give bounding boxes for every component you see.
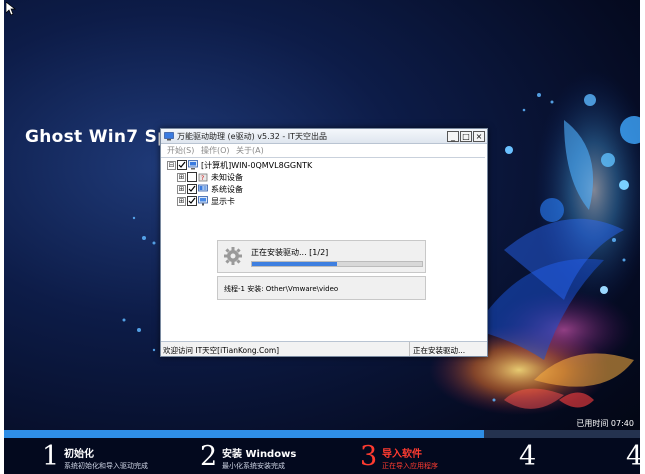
svg-text:?: ?: [201, 175, 204, 182]
expand-icon[interactable]: ⊞: [177, 173, 186, 182]
unknown-device-icon: ?: [198, 173, 208, 182]
status-bar: 欢迎访问 IT天空[iTianKong.Com] 正在安装驱动...: [161, 341, 487, 356]
overall-progress-bar: [4, 430, 640, 438]
app-icon: [164, 132, 174, 141]
menu-start[interactable]: 开始(S): [167, 145, 194, 156]
tree-label: [计算机]WIN-0QMVL8GGNTK: [201, 161, 313, 170]
system-device-icon: [198, 184, 208, 192]
mouse-cursor-icon: [6, 2, 16, 16]
overall-progress-fill: [4, 430, 485, 438]
status-welcome-text: 欢迎访问 IT天空[iTianKong.Com]: [163, 346, 280, 355]
step-title: 初始化: [64, 449, 94, 460]
display-adapter-icon: [198, 196, 208, 206]
tree-label: 显示卡: [211, 197, 235, 206]
step-subtitle: 系统初始化和导入驱动完成: [64, 462, 148, 470]
step-title: 安装 Windows: [222, 449, 297, 460]
maximize-button[interactable]: □: [460, 131, 472, 142]
step-number: 2: [200, 441, 218, 472]
menu-bar: 开始(S) 操作(O) 关于(A): [161, 144, 487, 156]
step-number: 1: [42, 441, 60, 472]
tree-label: 系统设备: [211, 185, 243, 194]
driver-assistant-window: 万能驱动助理 (e驱动) v5.32 - IT天空出品 _ □ × 开始(S) …: [160, 128, 488, 357]
install-status-text: 正在安装驱动... [1/2]: [251, 248, 329, 257]
step-number: 3: [360, 441, 378, 472]
close-button[interactable]: ×: [473, 131, 485, 142]
step-title: 导入软件: [382, 449, 422, 460]
step-number: 4: [626, 441, 640, 472]
step-number: 4: [519, 441, 537, 472]
checkbox-computer[interactable]: [177, 160, 187, 170]
driver-progress-fill: [252, 262, 337, 266]
elapsed-time: 已用时间 07:40: [576, 419, 634, 428]
expand-icon[interactable]: ⊞: [177, 197, 186, 206]
tree-label: 未知设备: [211, 173, 243, 182]
device-tree: ⊟ [计算机]WIN-0QMVL8GGNTK ⊞ ? 未知设备 ⊞ 系统设备 ⊞…: [161, 157, 485, 342]
thread-status-text: 线程-1 安装: Other\Vmware\video: [224, 285, 339, 293]
status-divider: [409, 342, 410, 356]
gear-icon: [224, 247, 242, 265]
driver-progress-bar: [251, 261, 423, 267]
expand-icon[interactable]: ⊞: [177, 185, 186, 194]
checkbox-display-adapter[interactable]: [187, 196, 197, 206]
step-subtitle: 正在导入应用程序: [382, 462, 438, 470]
install-progress-panel: 正在安装驱动... [1/2]: [217, 240, 426, 273]
menu-about[interactable]: 关于(A): [236, 145, 264, 156]
checkbox-system-devices[interactable]: [187, 184, 197, 194]
window-titlebar[interactable]: 万能驱动助理 (e驱动) v5.32 - IT天空出品 _ □ ×: [161, 129, 487, 144]
minimize-button[interactable]: _: [447, 131, 459, 142]
checkbox-unknown-devices[interactable]: [187, 172, 197, 182]
window-title: 万能驱动助理 (e驱动) v5.32 - IT天空出品: [177, 132, 328, 141]
status-installing-text: 正在安装驱动...: [413, 346, 466, 355]
thread-status-panel: 线程-1 安装: Other\Vmware\video: [217, 276, 426, 300]
computer-icon: [188, 160, 198, 170]
setup-steps-bar: 1 初始化 系统初始化和导入驱动完成 2 安装 Windows 最小化系统安装完…: [4, 438, 640, 474]
step-subtitle: 最小化系统安装完成: [222, 462, 285, 470]
menu-operation[interactable]: 操作(O): [201, 145, 230, 156]
collapse-icon[interactable]: ⊟: [167, 161, 176, 170]
